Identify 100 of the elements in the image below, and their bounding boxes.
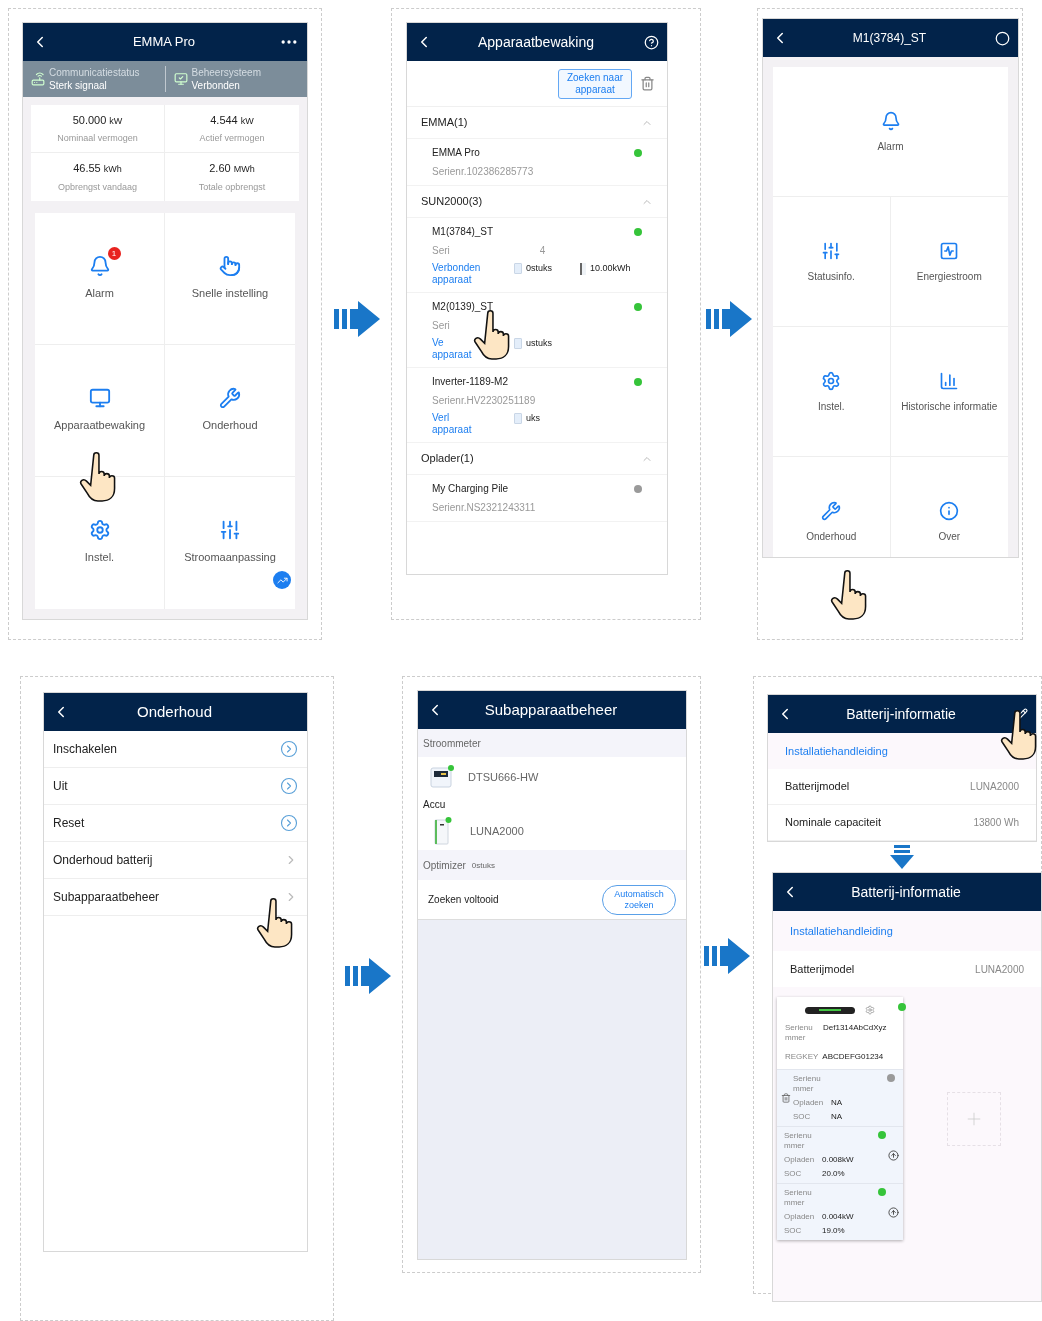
row-value: LUNA2000 <box>975 962 1024 977</box>
menu-row[interactable]: Inschakelen <box>44 731 307 768</box>
field-value: 19.0% <box>822 1226 846 1236</box>
menu-tile[interactable]: Instel. <box>35 477 165 609</box>
section-header: Optimizer <box>423 858 466 873</box>
trash-icon[interactable] <box>781 1093 791 1103</box>
installation-guide-link[interactable]: Installatiehandleiding <box>785 742 888 760</box>
menu-tile[interactable]: Onderhoud <box>165 345 295 477</box>
serial-number: Seri <box>432 319 450 333</box>
device-name: DTSU666-HW <box>468 769 539 785</box>
menu-tile[interactable]: Energiestroom <box>890 197 1008 327</box>
status-value: Sterk signaal <box>49 79 108 92</box>
gear-icon <box>88 519 111 541</box>
serial-number: Serienr.HV2230251189 <box>432 394 536 408</box>
stat-label: Nominaal vermogen <box>57 132 138 145</box>
menu-tile[interactable]: Statusinfo. <box>773 197 891 327</box>
device-row[interactable]: LUNA2000 <box>418 812 686 850</box>
arrow-up-icon[interactable] <box>888 1206 899 1218</box>
stat-value: 50.000 kW <box>72 112 123 128</box>
field-label: Serienummer <box>793 1074 822 1094</box>
status-label: Beheersysteem <box>191 66 261 79</box>
menu-tile[interactable]: Onderhoud <box>773 457 891 557</box>
optimizer-icon <box>514 338 522 350</box>
menu-row[interactable]: Onderhoud batterij <box>44 842 307 879</box>
field-value: ABCDEFG01234 <box>822 1051 884 1063</box>
tile-label: Onderhoud <box>202 418 258 433</box>
refresh-icon[interactable] <box>995 30 1010 46</box>
device-row[interactable]: Inverter-1189-M2 Serienr.HV2230251189 Verl apparaat uks <box>407 368 667 443</box>
tile-label: Instel. <box>817 400 845 414</box>
optimizer-icon <box>514 413 522 425</box>
field-label: Serienummer <box>784 1188 813 1208</box>
tile-label: Instel. <box>84 550 115 565</box>
tile-label: Apparaatbewaking <box>53 418 146 433</box>
monitor-icon <box>88 387 111 409</box>
row-value: LUNA2000 <box>970 780 1019 794</box>
device-name: My Charging Pile <box>432 482 509 496</box>
tap-icon <box>219 255 241 277</box>
screen-title: Onderhoud <box>135 701 214 722</box>
arrow-up-icon[interactable] <box>888 1149 899 1161</box>
arrow-down-icon <box>890 844 914 870</box>
circle-chevron-icon <box>280 777 298 795</box>
help-icon[interactable] <box>644 34 659 50</box>
field-label: REGKEY <box>785 1051 819 1063</box>
device-name: LUNA2000 <box>470 823 524 839</box>
row-label: Nominale capaciteit <box>785 815 881 831</box>
connected-devices-link[interactable]: Verbonden apparaat <box>432 262 481 286</box>
battery-drawing <box>432 817 452 845</box>
tile-label: Energiestroom <box>916 270 982 284</box>
circle-chevron-icon <box>280 814 298 832</box>
meter-drawing <box>430 765 454 789</box>
menu-tile[interactable]: Stroomaanpassing <box>165 477 295 609</box>
section-header: Stroommeter <box>423 736 481 751</box>
installation-guide-link[interactable]: Installatiehandleiding <box>790 922 893 940</box>
trash-icon[interactable] <box>640 76 655 91</box>
menu-tile[interactable]: Apparaatbewaking <box>35 345 165 477</box>
tile-label: Historische informatie <box>901 400 998 414</box>
arrow-right-icon <box>345 958 391 994</box>
alarm-badge: 1 <box>107 247 121 260</box>
field-value: 0.004kW <box>822 1212 855 1222</box>
optimizer-count: ustuks <box>526 337 552 350</box>
screen-title: Batterij-informatie <box>845 704 957 724</box>
field-label: Opladen <box>784 1155 816 1165</box>
section-header: Accu <box>422 798 447 812</box>
connected-devices-link[interactable]: Ve apparaat <box>432 337 472 361</box>
device-row[interactable]: EMMA Pro Serienr.102386285773 <box>407 139 667 186</box>
menu-tile[interactable]: 1 Alarm <box>35 213 165 345</box>
row-label: Batterijmodel <box>790 961 855 977</box>
device-name: M1(3784)_ST <box>432 225 494 239</box>
arrow-right-icon <box>706 301 752 337</box>
menu-tile[interactable]: Over <box>890 457 1008 557</box>
menu-tile[interactable]: Snelle instelling <box>165 213 295 345</box>
arrow-right-icon <box>333 301 380 337</box>
field-value: NA <box>831 1112 844 1122</box>
device-row[interactable]: M1(3784)_ST Seri 4 Verbonden apparaat 0stuks 10.00kWh <box>407 218 667 293</box>
field-label: Serienummer <box>784 1131 813 1151</box>
bar-chart-icon <box>939 371 960 391</box>
screen-title: Apparaatbewaking <box>477 32 595 52</box>
menu-row[interactable]: Uit <box>44 768 307 805</box>
field-label: Opladen <box>784 1212 816 1222</box>
device-row[interactable]: My Charging Pile Serienr.NS2321243311 <box>407 475 667 522</box>
device-name: M2(0139)_ST <box>432 300 494 314</box>
field-value: 0.008kW <box>822 1155 855 1165</box>
tile-label: Alarm <box>877 140 904 154</box>
device-row[interactable]: DTSU666-HW <box>418 757 686 797</box>
screen-title: EMMA Pro <box>131 33 197 52</box>
field-value: 20.0% <box>822 1169 846 1179</box>
tile-label: Alarm <box>85 286 114 301</box>
menu-row[interactable]: Reset <box>44 805 307 842</box>
screen-title: Subapparaatbeheer <box>483 699 619 720</box>
bell-icon <box>880 111 901 131</box>
menu-tile[interactable]: Alarm <box>773 67 1008 197</box>
sliders-icon <box>219 519 241 541</box>
field-label: SOC <box>784 1226 803 1236</box>
stat-label: Opbrengst vandaag <box>57 180 138 194</box>
menu-tile[interactable]: Instel. <box>773 327 891 457</box>
menu-tile[interactable]: Historische informatie <box>890 327 1008 457</box>
row-label: Uit <box>53 778 68 795</box>
search-device-button[interactable]: Zoeken naar apparaat <box>558 68 632 99</box>
connected-devices-link[interactable]: Verl apparaat <box>432 412 472 436</box>
field-value: NA <box>831 1098 844 1108</box>
